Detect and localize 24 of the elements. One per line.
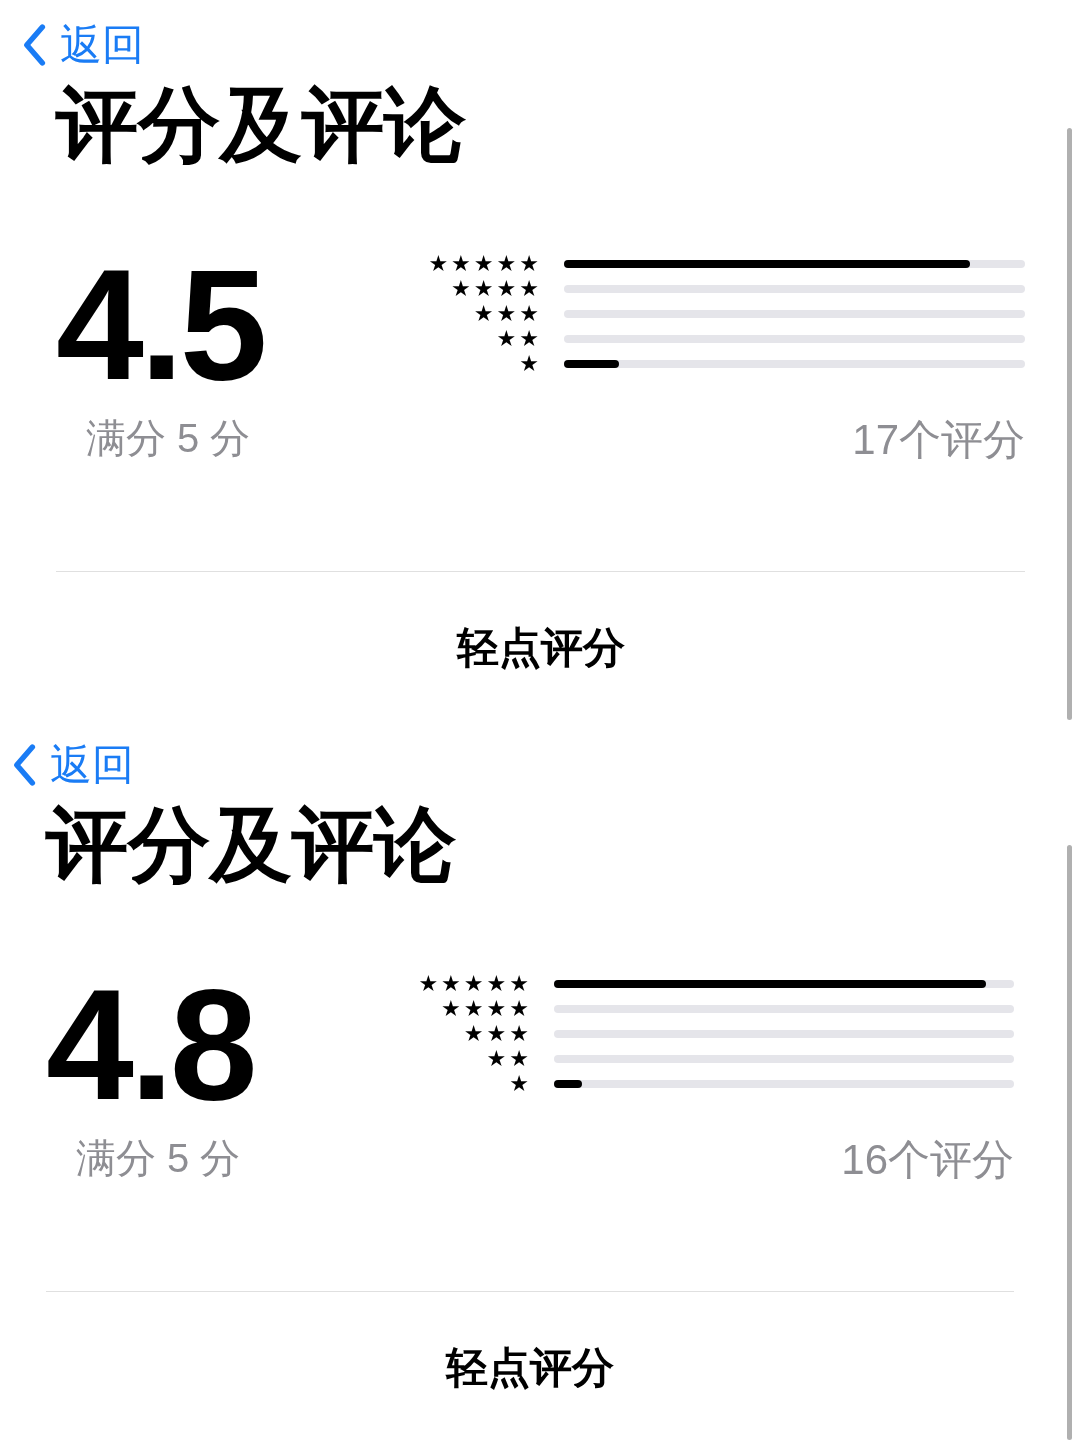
star-rating-label: ★★★★ (441, 998, 532, 1020)
back-chevron-icon[interactable] (22, 23, 46, 67)
rating-scale-label: 满分 5 分 (85, 415, 252, 462)
star-rating-label: ★ (519, 353, 542, 375)
star-rating-label: ★★★★★ (418, 973, 532, 995)
star-rating-label: ★★ (496, 328, 542, 350)
star-rating-label: ★★ (486, 1048, 532, 1070)
average-rating: 4.8 (46, 974, 255, 1114)
back-link[interactable]: 返回 (50, 744, 134, 786)
star-rating-label: ★★★ (473, 303, 542, 325)
page-title: 评分及评论 (44, 804, 457, 886)
back-link[interactable]: 返回 (60, 24, 144, 66)
back-chevron-icon[interactable] (12, 743, 36, 787)
star-rating-label: ★★★★ (451, 278, 542, 300)
average-rating: 4.5 (56, 254, 265, 394)
rating-count: 17个评分 (852, 415, 1025, 465)
star-rating-label: ★★★ (463, 1023, 532, 1045)
page-title: 评分及评论 (54, 84, 467, 166)
rating-count: 16个评分 (841, 1135, 1014, 1185)
rating-scale-label: 满分 5 分 (75, 1135, 242, 1182)
star-rating-label: ★ (509, 1073, 532, 1095)
star-rating-label: ★★★★★ (428, 253, 542, 275)
tap-to-rate-button[interactable]: 轻点评分 (446, 1336, 614, 1399)
tap-to-rate-button[interactable]: 轻点评分 (456, 616, 625, 679)
